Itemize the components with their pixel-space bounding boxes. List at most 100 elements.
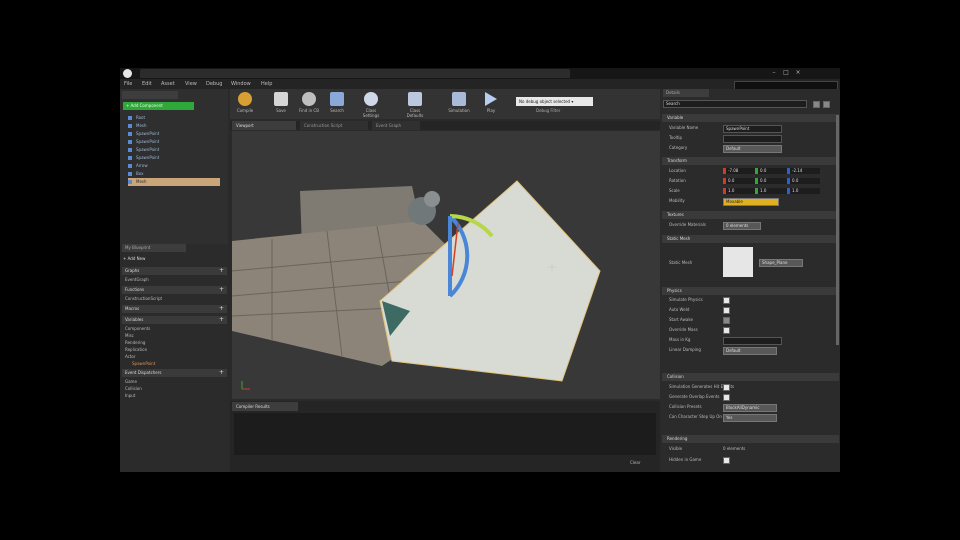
scale-x-field[interactable]: 1.0 <box>723 188 756 194</box>
menu-window[interactable]: Window <box>231 80 251 88</box>
tooltip-field[interactable] <box>723 135 782 143</box>
add-macro-icon[interactable]: + <box>219 305 224 313</box>
document-tab-5[interactable] <box>478 69 570 78</box>
details-search-input[interactable]: Search <box>663 100 807 108</box>
details-tab[interactable]: Details <box>663 89 709 97</box>
graph-item[interactable]: EventGraph <box>125 276 149 283</box>
save-button[interactable]: Save <box>268 91 294 118</box>
overlap-events-checkbox[interactable] <box>723 394 730 401</box>
compile-button[interactable]: Compile <box>232 91 258 118</box>
debug-object-select[interactable]: No debug object selected ▾ <box>516 97 593 106</box>
mesh-thumbnail[interactable] <box>723 247 753 277</box>
menu-help[interactable]: Help <box>261 80 272 88</box>
start-awake-checkbox[interactable] <box>723 317 730 324</box>
variable-item[interactable]: SpawnPoint <box>132 360 155 367</box>
add-graph-icon[interactable]: + <box>219 267 224 275</box>
tab-construction-script[interactable]: Construction Script <box>300 121 368 130</box>
section-transform[interactable]: Transform <box>662 157 839 165</box>
variable-subcategory[interactable]: Rendering <box>125 339 145 346</box>
add-component-button[interactable]: + Add Component <box>123 102 194 110</box>
section-textures[interactable]: Textures <box>662 211 839 219</box>
maximize-icon[interactable]: □ <box>782 69 790 77</box>
add-function-icon[interactable]: + <box>219 286 224 294</box>
rotation-x-field[interactable]: 0.0 <box>723 178 756 184</box>
static-mesh-select[interactable]: Shape_Plane <box>759 259 803 267</box>
variable-subcategory[interactable]: Replication <box>125 346 147 353</box>
tree-item-selected[interactable]: Mesh <box>128 178 220 186</box>
tree-item-root[interactable]: Root <box>128 114 220 122</box>
scale-z-field[interactable]: 1.0 <box>787 188 820 194</box>
class-settings-button[interactable]: Class Settings <box>358 91 384 118</box>
tree-item[interactable]: SpawnPoint <box>128 146 220 154</box>
function-item[interactable]: ConstructionScript <box>125 295 162 302</box>
location-y-field[interactable]: 0.0 <box>755 168 788 174</box>
add-dispatcher-icon[interactable]: + <box>219 369 224 377</box>
section-physics[interactable]: Physics <box>662 287 839 295</box>
rotation-z-field[interactable]: 0.0 <box>787 178 820 184</box>
search-button[interactable]: Search <box>324 91 350 118</box>
rotation-y-field[interactable]: 0.0 <box>755 178 788 184</box>
menu-file[interactable]: File <box>124 80 132 88</box>
collision-presets-select[interactable]: BlockAllDynamic <box>723 404 777 412</box>
section-collision[interactable]: Collision <box>662 373 839 381</box>
clear-button[interactable]: Clear <box>630 459 640 466</box>
variable-subcategory[interactable]: Actor <box>125 353 136 360</box>
viewport[interactable]: Perspective <box>232 131 660 399</box>
auto-weld-checkbox[interactable] <box>723 307 730 314</box>
close-icon[interactable]: × <box>794 69 802 77</box>
menu-view[interactable]: View <box>185 80 197 88</box>
tree-item[interactable]: SpawnPoint <box>128 138 220 146</box>
menu-debug[interactable]: Debug <box>206 80 222 88</box>
variable-subcategory[interactable]: Components <box>125 325 150 332</box>
find-in-cb-button[interactable]: Find in CB <box>296 91 322 118</box>
variables-category[interactable]: Variables + <box>122 316 227 324</box>
document-tab-4[interactable] <box>396 69 488 78</box>
section-rendering[interactable]: Rendering <box>662 435 839 443</box>
view-options-icon[interactable] <box>813 101 820 108</box>
linear-damping-select[interactable]: Default <box>723 347 777 355</box>
tree-item[interactable]: SpawnPoint <box>128 154 220 162</box>
category-select[interactable]: Default <box>723 145 782 153</box>
document-tab-2[interactable] <box>232 69 324 78</box>
play-button[interactable]: Play <box>478 91 504 118</box>
class-defaults-button[interactable]: Class Defaults <box>402 91 428 118</box>
event-dispatchers-category[interactable]: Event Dispatchers + <box>122 369 227 377</box>
tree-item[interactable]: Mesh <box>128 122 220 130</box>
document-tab-1[interactable] <box>140 69 242 78</box>
location-x-field[interactable]: -7.08 <box>723 168 756 174</box>
lock-icon[interactable] <box>823 101 830 108</box>
dispatcher-subcategory[interactable]: Collision <box>125 385 142 392</box>
menu-edit[interactable]: Edit <box>142 80 152 88</box>
my-blueprint-tab[interactable]: My Blueprint <box>122 244 186 252</box>
menu-asset[interactable]: Asset <box>161 80 175 88</box>
tree-item[interactable]: Box <box>128 170 220 178</box>
hit-events-checkbox[interactable] <box>723 384 730 391</box>
location-z-field[interactable]: -2.14 <box>787 168 820 174</box>
override-mass-checkbox[interactable] <box>723 327 730 334</box>
section-static-mesh[interactable]: Static Mesh <box>662 235 839 243</box>
dispatcher-subcategory[interactable]: Input <box>125 392 135 399</box>
simulate-physics-checkbox[interactable] <box>723 297 730 304</box>
functions-category[interactable]: Functions + <box>122 286 227 294</box>
variable-subcategory[interactable]: Misc <box>125 332 134 339</box>
components-tab[interactable] <box>122 91 178 99</box>
add-new-button[interactable]: + Add New <box>123 255 145 262</box>
tree-item[interactable]: SpawnPoint <box>128 130 220 138</box>
tree-item[interactable]: Arrow <box>128 162 220 170</box>
compiler-results-tab[interactable]: Compiler Results <box>232 402 298 411</box>
details-scrollbar[interactable] <box>836 115 839 345</box>
tab-event-graph[interactable]: Event Graph <box>372 121 420 130</box>
document-tab-3[interactable] <box>314 69 406 78</box>
can-step-up-select[interactable]: Yes <box>723 414 777 422</box>
hidden-in-game-checkbox[interactable] <box>723 457 730 464</box>
mobility-toggle[interactable]: Movable <box>723 198 779 206</box>
minimize-icon[interactable]: – <box>770 69 778 77</box>
dispatcher-subcategory[interactable]: Game <box>125 378 137 385</box>
tab-viewport[interactable]: Viewport <box>232 121 296 130</box>
mass-in-kg-field[interactable] <box>723 337 782 345</box>
scale-y-field[interactable]: 1.0 <box>755 188 788 194</box>
variable-name-field[interactable]: SpawnPoint <box>723 125 782 133</box>
graphs-category[interactable]: Graphs + <box>122 267 227 275</box>
override-materials-field[interactable]: 0 elements <box>723 222 761 230</box>
add-variable-icon[interactable]: + <box>219 316 224 324</box>
